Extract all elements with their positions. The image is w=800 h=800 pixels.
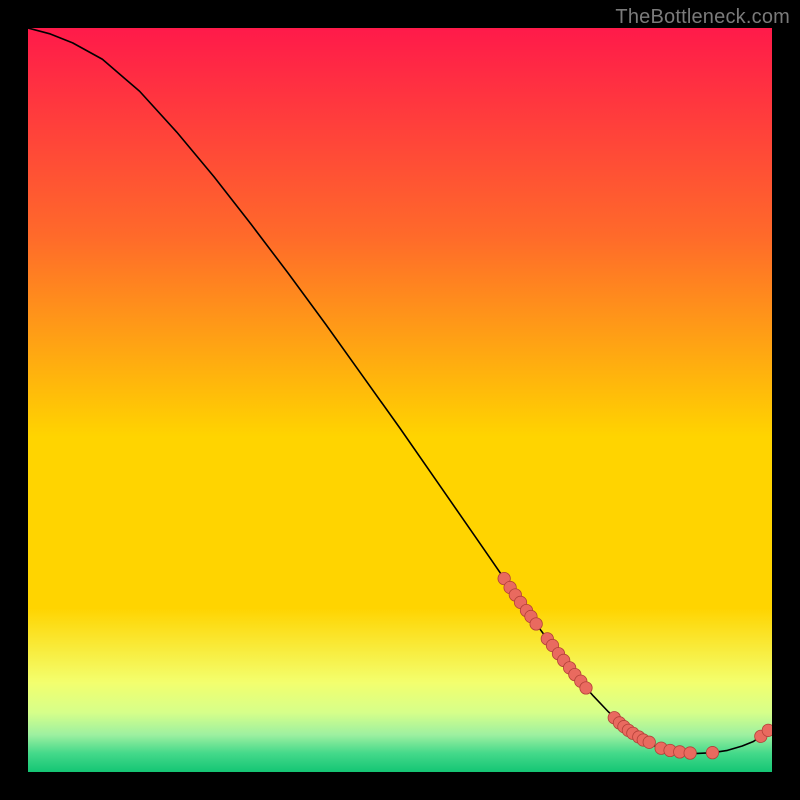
data-marker [762, 724, 772, 736]
data-marker [684, 747, 696, 759]
watermark-label: TheBottleneck.com [615, 6, 790, 29]
data-marker [580, 682, 592, 694]
chart-frame: TheBottleneck.com [0, 0, 800, 800]
plot-area [28, 28, 772, 772]
data-marker [530, 618, 542, 630]
data-marker [643, 736, 655, 748]
gradient-background [28, 28, 772, 772]
bottleneck-chart [28, 28, 772, 772]
data-marker [706, 746, 718, 758]
